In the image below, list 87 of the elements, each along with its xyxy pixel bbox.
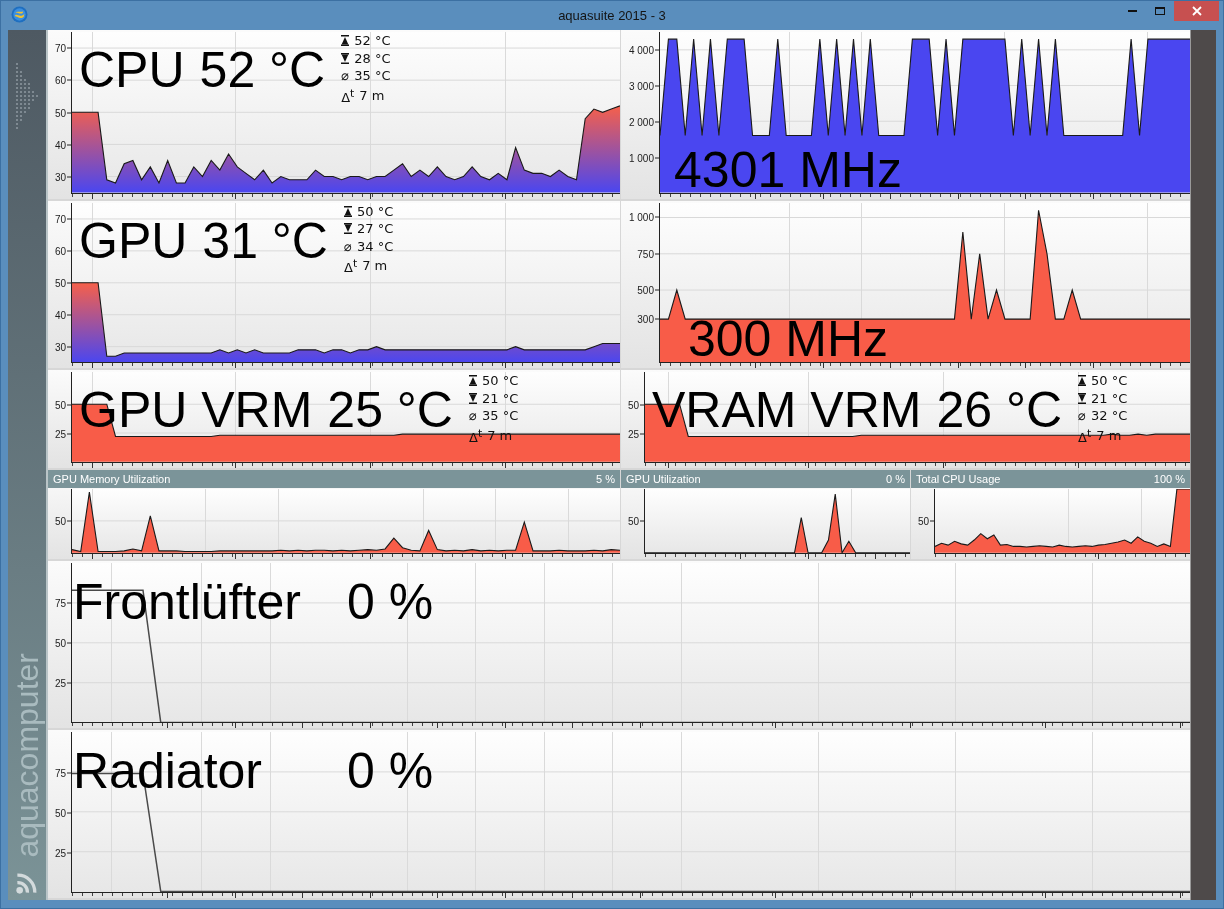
sensor-reading: 0 % bbox=[347, 576, 434, 627]
min-hourglass-icon bbox=[469, 392, 477, 404]
y-axis-label: 60 bbox=[54, 74, 66, 86]
stat-symbol: ⌀ bbox=[469, 407, 477, 425]
stat-value: 21 °C bbox=[1091, 389, 1128, 408]
y-axis-label: 50 bbox=[54, 637, 66, 649]
y-axis-label: 50 bbox=[917, 515, 929, 527]
y-axis-label: 500 bbox=[637, 284, 654, 296]
max-hourglass-icon bbox=[344, 205, 352, 217]
sensor-name: GPU bbox=[79, 215, 188, 266]
y-axis-label: 25 bbox=[627, 428, 639, 440]
stat-value: 7 m bbox=[362, 257, 388, 275]
stat-value: 28 °C bbox=[354, 49, 391, 67]
maximize-icon bbox=[1155, 7, 1165, 15]
stat-value: 50 °C bbox=[1091, 372, 1128, 390]
y-axis-label: 50 bbox=[627, 515, 639, 527]
min-hourglass-icon bbox=[1078, 392, 1087, 404]
stat-value: 35 °C bbox=[354, 67, 391, 85]
y-axis-label: 25 bbox=[54, 428, 66, 440]
sensor-reading: 0 % bbox=[347, 746, 434, 797]
y-axis-label: 70 bbox=[54, 213, 66, 225]
minimize-icon bbox=[1127, 10, 1137, 12]
dotted-arrow-icon[interactable] bbox=[15, 60, 39, 132]
sensor-reading: 52 °C bbox=[199, 45, 326, 95]
y-axis-label: 70 bbox=[54, 42, 66, 54]
min-hourglass-icon bbox=[344, 223, 352, 235]
stat-value: 21 °C bbox=[482, 389, 519, 408]
y-axis-label: 750 bbox=[637, 248, 654, 260]
sensor-reading: 26 °C bbox=[936, 385, 1063, 436]
y-axis-label: 50 bbox=[54, 277, 66, 289]
panel-reading: 0 % bbox=[886, 473, 905, 485]
y-axis-label: 50 bbox=[54, 515, 66, 527]
rss-icon bbox=[16, 872, 38, 894]
y-axis-label: 2 000 bbox=[628, 116, 654, 128]
panel-title: Total CPU Usage bbox=[916, 473, 1001, 485]
stat-value: 50 °C bbox=[357, 202, 394, 221]
panel-reading: 5 % bbox=[596, 473, 615, 485]
y-axis-label: 3 000 bbox=[628, 80, 654, 92]
stat-value: 7 m bbox=[359, 86, 385, 105]
stat-value: 34 °C bbox=[357, 237, 394, 256]
y-axis-label: 40 bbox=[54, 309, 66, 321]
panel-reading: 100 % bbox=[1153, 473, 1185, 485]
clock-reading: 4301 MHz bbox=[673, 144, 903, 195]
sensor-reading: 31 °C bbox=[202, 215, 328, 266]
y-axis-label: 1 000 bbox=[628, 211, 654, 223]
y-axis-label: 30 bbox=[54, 171, 66, 183]
sensor-name: Radiator bbox=[73, 746, 263, 797]
min-hourglass-icon bbox=[341, 52, 350, 64]
stat-symbol: ⌀ bbox=[344, 237, 352, 256]
stat-symbol: Δ$^{t}$ bbox=[341, 85, 355, 107]
y-axis-label: 50 bbox=[54, 807, 66, 819]
y-axis-label: 50 bbox=[627, 399, 639, 411]
close-button[interactable] bbox=[1174, 1, 1219, 21]
y-axis-label: 40 bbox=[54, 139, 66, 151]
y-axis-label: 60 bbox=[54, 245, 66, 257]
stat-value: 32 °C bbox=[1091, 407, 1128, 425]
y-axis-label: 1 000 bbox=[628, 152, 654, 164]
panel-title: GPU Memory Utilization bbox=[53, 473, 171, 485]
y-axis-label: 25 bbox=[54, 677, 66, 689]
max-hourglass-icon bbox=[469, 375, 477, 387]
logo-text: aquacomputer bbox=[11, 653, 43, 858]
y-axis-label: 300 bbox=[637, 313, 654, 325]
stat-value: 50 °C bbox=[482, 372, 519, 390]
y-axis-label: 50 bbox=[54, 107, 66, 119]
sensor-reading: 25 °C bbox=[327, 385, 453, 436]
close-icon bbox=[1191, 6, 1202, 16]
sensor-name: VRAM VRM bbox=[652, 385, 922, 436]
sensor-name: CPU bbox=[79, 45, 185, 95]
max-hourglass-icon bbox=[1078, 375, 1087, 387]
window-title: aquasuite 2015 - 3 bbox=[558, 7, 666, 24]
stat-symbol: ⌀ bbox=[341, 67, 350, 85]
y-axis-label: 75 bbox=[54, 597, 66, 609]
y-axis-label: 25 bbox=[54, 847, 66, 859]
stat-value: 52 °C bbox=[354, 32, 391, 50]
sensor-name: GPU VRM bbox=[79, 385, 313, 436]
max-hourglass-icon bbox=[341, 35, 350, 47]
stat-value: 27 °C bbox=[357, 220, 394, 238]
stat-value: 35 °C bbox=[482, 407, 519, 425]
stat-symbol: ⌀ bbox=[1078, 407, 1087, 425]
clock-reading: 300 MHz bbox=[686, 314, 890, 365]
y-axis-label: 30 bbox=[54, 341, 66, 353]
app-logo-icon bbox=[11, 6, 28, 23]
y-axis-label: 4 000 bbox=[628, 44, 654, 56]
y-axis-label: 50 bbox=[54, 399, 66, 411]
y-axis-label: 75 bbox=[54, 767, 66, 779]
stat-symbol: Δ$^{t}$ bbox=[344, 256, 358, 277]
panel-title: GPU Utilization bbox=[626, 473, 701, 485]
